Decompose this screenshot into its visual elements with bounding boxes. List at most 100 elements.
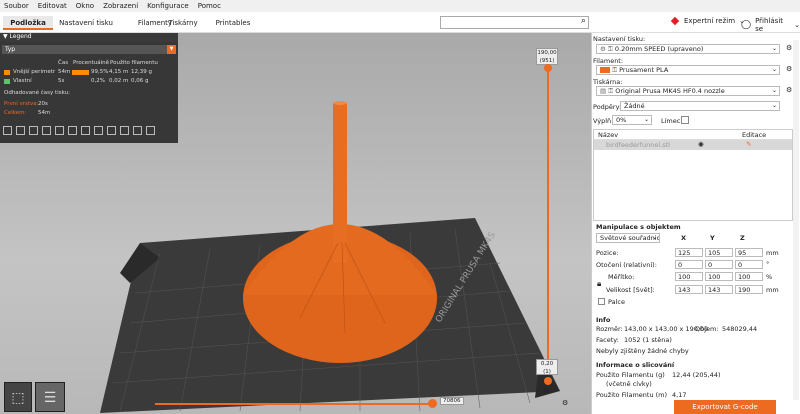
legend-swatch-perimeter bbox=[4, 70, 10, 75]
search-input[interactable]: ⌕ bbox=[440, 16, 589, 29]
3d-view-icon[interactable]: ⬚ bbox=[4, 382, 32, 412]
axis-x-label: X bbox=[681, 234, 687, 242]
edit-object-icon[interactable]: ✎ bbox=[746, 140, 751, 148]
first-layer-time: 20s bbox=[38, 101, 48, 107]
layer-slider[interactable]: 190,00 (951) 0,20 (1) ⚙ bbox=[536, 48, 580, 398]
legend-row-name: Vlastní bbox=[13, 78, 32, 84]
menu-file[interactable]: Soubor bbox=[4, 2, 29, 10]
legend-row-percent: 0,2% bbox=[91, 78, 105, 84]
estimate-title: Odhadované časy tisku: bbox=[4, 90, 70, 96]
print-settings-label: Nastavení tisku: bbox=[593, 35, 646, 43]
size-z-input[interactable]: 190 bbox=[735, 285, 763, 294]
tab-plater[interactable]: Podložka bbox=[3, 16, 53, 30]
travel-icon[interactable] bbox=[3, 126, 12, 135]
chevron-down-icon: ⌄ bbox=[771, 102, 777, 109]
chevron-down-icon: ⌄ bbox=[771, 66, 777, 73]
sidebar-scrollbar[interactable] bbox=[793, 40, 799, 400]
seams-icon[interactable] bbox=[55, 126, 64, 135]
size-x-input[interactable]: 143 bbox=[675, 285, 703, 294]
settings-cog-icon[interactable]: ⚙ bbox=[562, 399, 568, 407]
filament-g-sublabel: (včetně cívky) bbox=[606, 380, 652, 388]
scale-y-input[interactable]: 100 bbox=[705, 272, 733, 281]
tool-marker-icon[interactable] bbox=[146, 126, 155, 135]
legend-row-percent: 99,5% bbox=[91, 69, 109, 75]
tab-print-settings[interactable]: Nastavení tisku bbox=[56, 16, 116, 30]
login-label: Přihlásit se bbox=[755, 17, 784, 33]
tab-printables[interactable]: Printables bbox=[211, 16, 255, 30]
login-button[interactable]: ◯ Přihlásit se ⌄ bbox=[741, 17, 800, 33]
layer-top-value: 190,00 bbox=[537, 50, 557, 56]
tool-change-icon[interactable] bbox=[68, 126, 77, 135]
lock-icon[interactable]: 🔒︎ bbox=[597, 279, 601, 289]
menu-configuration[interactable]: Konfigurace bbox=[147, 2, 189, 10]
scale-x-input[interactable]: 100 bbox=[675, 272, 703, 281]
size-unit: mm bbox=[766, 286, 779, 294]
inches-checkbox[interactable] bbox=[598, 298, 605, 305]
printer-select[interactable]: ▤ ⚿ Original Prusa MK4S HF0.4 nozzle ⌄ bbox=[596, 86, 780, 96]
deretraction-icon[interactable] bbox=[42, 126, 51, 135]
legend-type-select[interactable]: Typ ▼ bbox=[2, 45, 176, 54]
legend-col-time: Čas bbox=[58, 60, 69, 66]
manipulation-title: Manipulace s objektem bbox=[596, 223, 681, 231]
layer-slider-track bbox=[547, 66, 549, 366]
export-gcode-button[interactable]: Exportovat G-code bbox=[674, 400, 776, 414]
brim-checkbox[interactable] bbox=[681, 116, 689, 124]
infill-select[interactable]: 0% ⌄ bbox=[612, 115, 652, 125]
menu-view[interactable]: Zobrazení bbox=[103, 2, 138, 10]
layer-bottom-thumb[interactable] bbox=[544, 377, 552, 385]
menu-edit[interactable]: Editovat bbox=[38, 2, 67, 10]
center-of-gravity-icon[interactable] bbox=[120, 126, 129, 135]
rotation-z-input[interactable]: 0 bbox=[735, 260, 763, 269]
volume-value: 548029,44 bbox=[722, 325, 758, 333]
model-spout[interactable] bbox=[333, 103, 347, 263]
color-change-icon[interactable] bbox=[81, 126, 90, 135]
expert-mode-toggle[interactable]: Expertní režim ⌄ bbox=[670, 16, 745, 26]
preview-layers-icon[interactable]: ☰ bbox=[35, 382, 65, 412]
legend-row-time: 5s bbox=[58, 78, 65, 84]
size-y-input[interactable]: 143 bbox=[705, 285, 733, 294]
layer-bottom-index: (1) bbox=[543, 369, 551, 375]
legend-type-value: Typ bbox=[5, 46, 16, 53]
move-slider-track[interactable] bbox=[155, 403, 430, 405]
chevron-down-icon: ⌄ bbox=[771, 45, 777, 52]
legend-col-usage: Použito filamentu bbox=[110, 60, 158, 66]
user-icon: ◯ bbox=[741, 20, 752, 30]
custom-gcode-icon[interactable] bbox=[107, 126, 116, 135]
model-top bbox=[333, 101, 347, 105]
supports-select[interactable]: Žádné ⌄ bbox=[620, 101, 780, 111]
facets-value: 1052 (1 stěna) bbox=[624, 336, 672, 344]
legend-title: Legend bbox=[9, 33, 32, 40]
edit-filament-icon[interactable]: ⚙ bbox=[786, 65, 792, 73]
position-z-input[interactable]: 95 bbox=[735, 248, 763, 257]
edit-printer-icon[interactable]: ⚙ bbox=[786, 86, 792, 94]
eye-icon[interactable]: ◉ bbox=[698, 140, 704, 148]
object-name: birdfeederfunnel.stl bbox=[606, 141, 670, 149]
tab-printers[interactable]: Tiskárny bbox=[163, 16, 203, 30]
object-row[interactable]: birdfeederfunnel.stl ◉ ✎ bbox=[594, 140, 792, 150]
axis-z-label: Z bbox=[740, 234, 745, 242]
filament-select[interactable]: ⚿ Prusament PLA ⌄ bbox=[596, 65, 780, 75]
scale-z-input[interactable]: 100 bbox=[735, 272, 763, 281]
rotation-unit: ° bbox=[766, 260, 770, 268]
print-settings-select[interactable]: ⚙ ⚿ 0.20mm SPEED (upraveno) ⌄ bbox=[596, 44, 780, 54]
retraction-icon[interactable] bbox=[29, 126, 38, 135]
settings-cog-icon[interactable]: ⚙ bbox=[543, 387, 549, 395]
position-y-input[interactable]: 105 bbox=[705, 248, 733, 257]
rotation-y-input[interactable]: 0 bbox=[705, 260, 733, 269]
shells-icon[interactable] bbox=[133, 126, 142, 135]
position-x-input[interactable]: 125 bbox=[675, 248, 703, 257]
filament-value: Prusament PLA bbox=[619, 66, 669, 74]
wipe-icon[interactable] bbox=[16, 126, 25, 135]
edit-settings-icon[interactable]: ⚙ bbox=[786, 44, 792, 52]
coordinates-select[interactable]: Světové souřadnice ⌄ bbox=[596, 233, 660, 243]
legend-header[interactable]: ▼ Legend bbox=[0, 33, 178, 42]
volume-label: Objem: bbox=[695, 325, 719, 333]
3d-viewport[interactable]: ORIGINAL PRUSA MK4S ▼ Legend Typ ▼ Čas Pr… bbox=[0, 33, 591, 414]
move-slider-thumb[interactable] bbox=[428, 399, 437, 408]
pause-icon[interactable] bbox=[94, 126, 103, 135]
menu-window[interactable]: Okno bbox=[76, 2, 94, 10]
rotation-x-input[interactable]: 0 bbox=[675, 260, 703, 269]
menu-help[interactable]: Pomoc bbox=[198, 2, 221, 10]
layer-top-thumb[interactable] bbox=[544, 64, 552, 72]
legend-row-length: 0,02 m bbox=[109, 78, 129, 84]
